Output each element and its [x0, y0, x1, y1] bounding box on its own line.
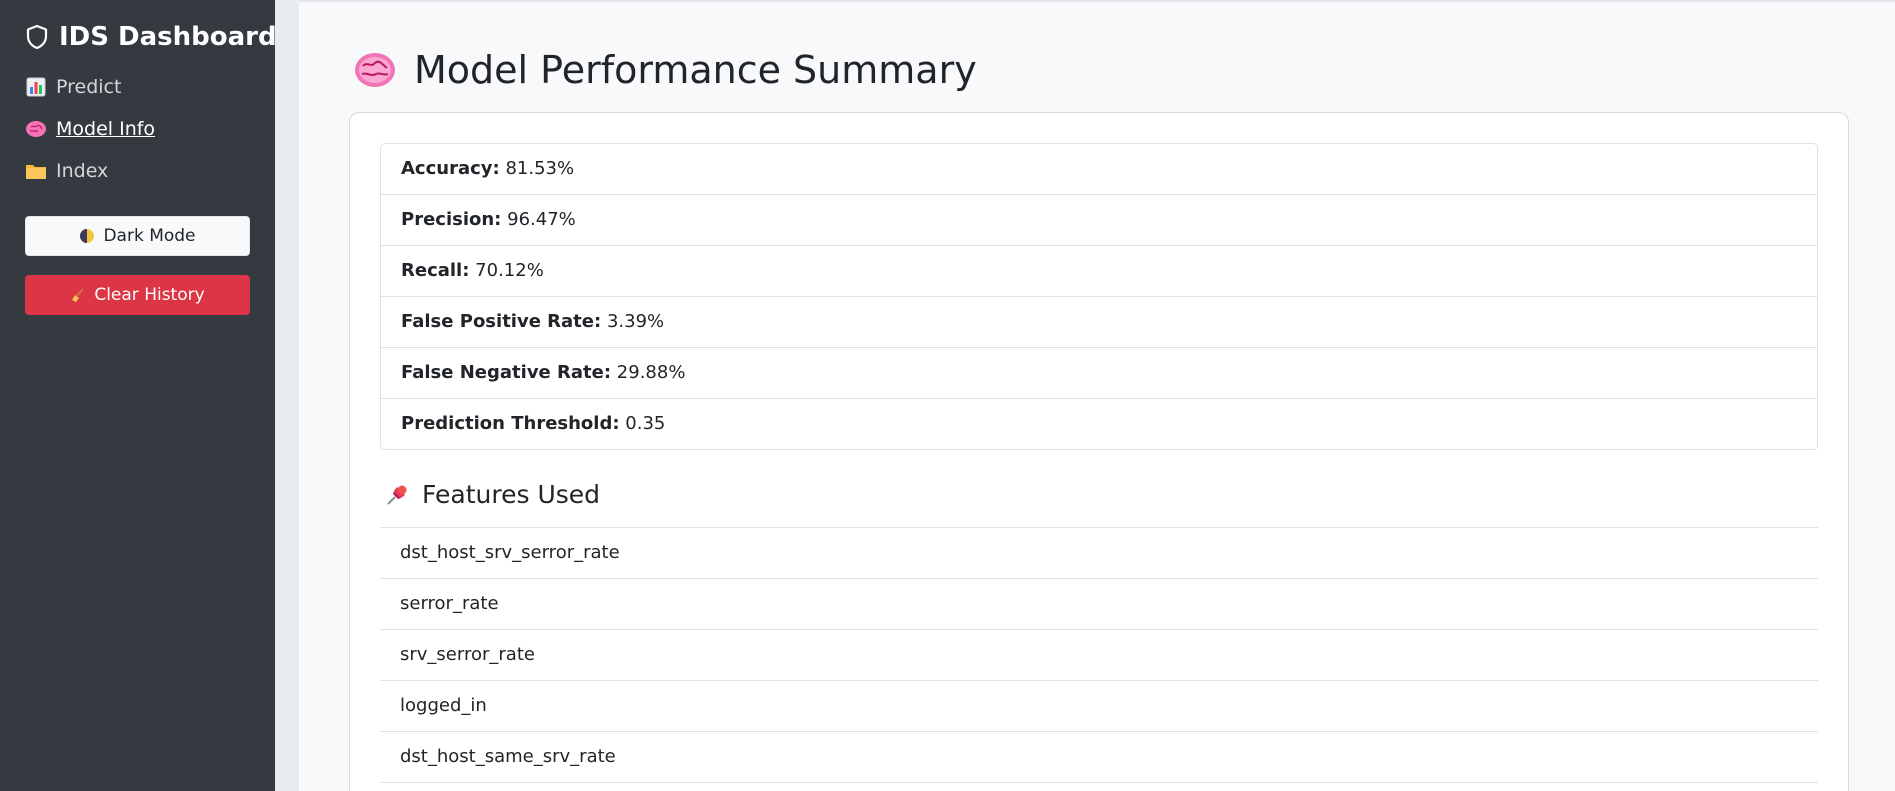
- bar-chart-icon: [25, 76, 47, 98]
- sidebar-item-index[interactable]: Index: [25, 150, 250, 192]
- sidebar-gutter: [275, 0, 299, 791]
- features-heading-text: Features Used: [422, 480, 601, 509]
- brain-icon: [25, 118, 47, 140]
- metric-accuracy: Accuracy: 81.53%: [381, 144, 1817, 195]
- metric-value: 29.88%: [616, 362, 686, 383]
- metric-label: Prediction Threshold:: [401, 413, 620, 434]
- list-item: logged_in: [380, 681, 1818, 732]
- clear-history-button[interactable]: Clear History: [25, 275, 250, 315]
- half-moon-icon: [79, 228, 95, 244]
- list-item: dst_host_srv_serror_rate: [380, 528, 1818, 579]
- metric-recall: Recall: 70.12%: [381, 246, 1817, 297]
- brain-icon: [354, 50, 396, 90]
- brand: IDS Dashboard: [25, 22, 277, 52]
- list-item: serror_rate: [380, 579, 1818, 630]
- app-root: IDS Dashboard Predict Model Info Index D…: [0, 0, 1895, 791]
- metric-label: Precision:: [401, 209, 502, 230]
- page-title: Model Performance Summary: [354, 48, 1895, 92]
- sidebar: IDS Dashboard Predict Model Info Index D…: [0, 0, 277, 791]
- metric-false-positive-rate: False Positive Rate: 3.39%: [381, 297, 1817, 348]
- metric-value: 96.47%: [507, 209, 576, 230]
- metric-value: 0.35: [625, 413, 666, 434]
- metric-precision: Precision: 96.47%: [381, 195, 1817, 246]
- main-content: Model Performance Summary Accuracy: 81.5…: [299, 0, 1895, 791]
- shield-icon: [25, 24, 49, 50]
- metrics-list: Accuracy: 81.53% Precision: 96.47% Recal…: [380, 143, 1818, 450]
- sidebar-item-label: Model Info: [56, 118, 156, 140]
- metric-label: Recall:: [401, 260, 470, 281]
- metric-value: 81.53%: [505, 158, 575, 179]
- metric-value: 70.12%: [475, 260, 544, 281]
- metric-prediction-threshold: Prediction Threshold: 0.35: [381, 399, 1817, 449]
- clear-history-label: Clear History: [94, 285, 205, 305]
- sidebar-item-predict[interactable]: Predict: [25, 66, 250, 108]
- sidebar-item-label: Predict: [56, 76, 122, 98]
- page-title-text: Model Performance Summary: [414, 48, 977, 92]
- dark-mode-button[interactable]: Dark Mode: [25, 216, 250, 256]
- sidebar-item-label: Index: [56, 160, 109, 182]
- pushpin-icon: [384, 482, 410, 508]
- metric-label: False Positive Rate:: [401, 311, 602, 332]
- features-list: dst_host_srv_serror_rate serror_rate srv…: [380, 527, 1818, 783]
- features-heading: Features Used: [384, 480, 1818, 509]
- model-summary-card: Accuracy: 81.53% Precision: 96.47% Recal…: [349, 112, 1849, 791]
- list-item: dst_host_same_srv_rate: [380, 732, 1818, 783]
- broom-icon: [70, 287, 86, 303]
- metric-label: False Negative Rate:: [401, 362, 612, 383]
- list-item: srv_serror_rate: [380, 630, 1818, 681]
- dark-mode-label: Dark Mode: [103, 226, 196, 246]
- sidebar-item-model-info[interactable]: Model Info: [25, 108, 250, 150]
- metric-value: 3.39%: [606, 311, 665, 332]
- metric-label: Accuracy:: [401, 158, 500, 179]
- folder-icon: [25, 160, 47, 182]
- metric-false-negative-rate: False Negative Rate: 29.88%: [381, 348, 1817, 399]
- brand-title: IDS Dashboard: [59, 22, 277, 52]
